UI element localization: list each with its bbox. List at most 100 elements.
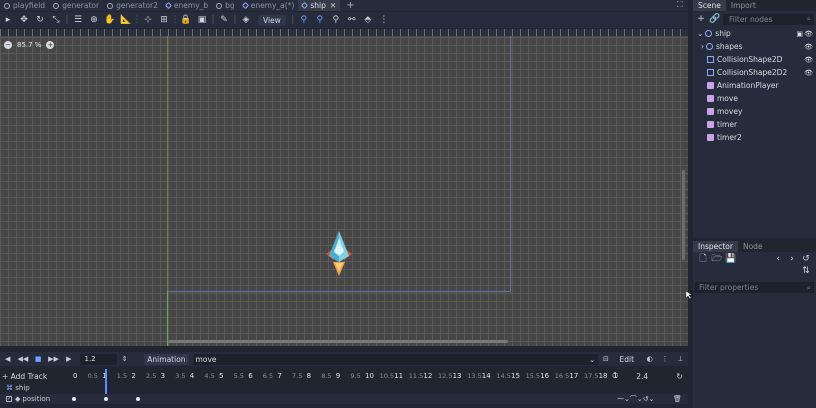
scene-tab-playfield[interactable]: playfield bbox=[0, 0, 49, 11]
rotate-mode-icon[interactable]: ↻ bbox=[32, 13, 48, 27]
history-back-icon[interactable]: ‹ bbox=[772, 254, 784, 264]
distraction-free-button[interactable]: ⛶ bbox=[677, 0, 687, 11]
search-icon: ⌕ bbox=[806, 14, 811, 23]
timeline-ruler[interactable]: 00.511.522.533.544.555.566.577.588.599.5… bbox=[66, 369, 618, 383]
delete-track-icon[interactable]: 🗑 bbox=[673, 395, 682, 403]
track-position[interactable]: ✓ ◆ position ⁓⌄⌒⌄↺⌄ 🗑 bbox=[0, 394, 688, 404]
scene-tree-label: timer2 bbox=[717, 133, 742, 142]
save-resource-icon[interactable]: 💾 bbox=[725, 254, 737, 264]
scene-tab-enemy-b[interactable]: enemy_b bbox=[162, 0, 212, 11]
scene-tree-item[interactable]: move bbox=[693, 92, 816, 105]
canvas-toolbar: ▸ ✥ ↻ ⤡ | ☰ ⊕ ✋ 📐 ⋮ ⊹ ⊞ ⋮ 🔒 ▣ | ✎ | ◈ Vi… bbox=[0, 12, 688, 28]
keyframe[interactable] bbox=[136, 397, 140, 401]
insert-key-icon[interactable]: ⬘ bbox=[360, 13, 376, 27]
play-icon[interactable]: ▶ bbox=[61, 353, 76, 365]
tab-node[interactable]: Node bbox=[738, 241, 768, 252]
script-icon[interactable]: ▣ bbox=[796, 30, 803, 38]
history-forward-icon[interactable]: › bbox=[786, 254, 798, 264]
key-scale-icon[interactable]: ⚲ bbox=[328, 13, 344, 27]
keyframe[interactable] bbox=[72, 397, 76, 401]
animation-menu-button[interactable]: Animation bbox=[144, 353, 189, 365]
interpolation-icon[interactable]: ⁓⌄⌒⌄↺⌄ bbox=[617, 394, 654, 404]
scale-mode-icon[interactable]: ⤡ bbox=[48, 13, 64, 27]
scene-tree-item[interactable]: movey bbox=[693, 105, 816, 118]
scene-tree-item[interactable]: timer2 bbox=[693, 131, 816, 144]
play-start-icon[interactable]: ▶▶ bbox=[46, 353, 61, 365]
scene-dock: Scene Import + 🔗 Filter nodes ⌕ ⌄ ship 👁 ▣ ›… bbox=[693, 0, 816, 238]
camera-override-icon[interactable]: ◈ bbox=[238, 13, 254, 27]
stop-icon[interactable]: ■ bbox=[31, 353, 46, 365]
visibility-icon[interactable]: 👁 bbox=[804, 69, 813, 77]
scene-tree-item[interactable]: timer bbox=[693, 118, 816, 131]
visibility-icon[interactable]: 👁 bbox=[804, 43, 813, 51]
scene-tab-bg[interactable]: bg bbox=[212, 0, 239, 11]
property-tools-icon[interactable]: ⇅ bbox=[800, 266, 812, 280]
onion-skin-icon[interactable]: ◐ bbox=[642, 353, 657, 365]
zoom-out-button[interactable]: − bbox=[4, 41, 12, 49]
play-backwards-icon[interactable]: ◀ bbox=[0, 353, 15, 365]
scene-tree-item[interactable]: AnimationPlayer bbox=[693, 79, 816, 92]
view-menu[interactable]: View bbox=[258, 14, 286, 26]
timeline-tick-label: 10.5 bbox=[379, 372, 395, 380]
animation-time-field[interactable]: 1.2 bbox=[80, 353, 117, 365]
group-icon[interactable]: ▣ bbox=[194, 13, 210, 27]
tab-scene[interactable]: Scene bbox=[693, 0, 726, 11]
key-position-icon[interactable]: ⚲ bbox=[296, 13, 312, 27]
edit-menu-button[interactable]: Edit bbox=[620, 355, 635, 364]
scene-tab-generator2[interactable]: generator2 bbox=[103, 0, 162, 11]
list-select-icon[interactable]: ☰ bbox=[70, 13, 86, 27]
move-mode-icon[interactable]: ✥ bbox=[16, 13, 32, 27]
chevron-down-icon[interactable]: ⌄ bbox=[697, 29, 703, 38]
ship-sprite[interactable] bbox=[322, 230, 356, 278]
filter-properties-input[interactable]: Filter properties ⌕ bbox=[695, 282, 814, 293]
pan-icon[interactable]: ✋ bbox=[102, 13, 118, 27]
filter-nodes-input[interactable]: Filter nodes ⌕ bbox=[723, 13, 814, 25]
add-track-button[interactable]: + Add Track bbox=[0, 372, 66, 381]
scene-tab-label: enemy_b bbox=[173, 1, 209, 10]
scene-tab-generator[interactable]: generator bbox=[49, 0, 103, 11]
history-icon[interactable]: ↺ bbox=[800, 254, 812, 264]
open-resource-icon[interactable]: 🗁 bbox=[711, 251, 723, 267]
keyframe[interactable] bbox=[104, 397, 108, 401]
close-icon[interactable]: ✕ bbox=[330, 1, 336, 10]
track-enable-checkbox[interactable]: ✓ bbox=[6, 396, 12, 402]
key-rotation-icon[interactable]: ⚲ bbox=[312, 13, 328, 27]
node2d-icon bbox=[705, 30, 713, 37]
scene-tree-item[interactable]: › shapes 👁 bbox=[693, 40, 816, 53]
onion-options-icon[interactable]: ⋮ bbox=[657, 353, 672, 365]
new-resource-icon[interactable]: 🗋 bbox=[697, 251, 709, 267]
time-spinner-icon[interactable]: ⇕ bbox=[117, 353, 132, 365]
visibility-icon[interactable]: 👁 bbox=[804, 30, 813, 38]
chevron-right-icon[interactable]: › bbox=[701, 42, 704, 51]
zoom-level[interactable]: 85.7 % bbox=[17, 41, 41, 49]
scene-tab-ship[interactable]: ship ✕ bbox=[298, 0, 341, 11]
zoom-in-button[interactable]: + bbox=[46, 41, 55, 49]
pivot-icon[interactable]: ⊕ bbox=[86, 13, 102, 27]
pin-icon[interactable]: ⊥ bbox=[673, 353, 688, 365]
loop-icon[interactable]: ↻ bbox=[676, 372, 683, 381]
animation-select[interactable]: move ⌄ bbox=[192, 353, 599, 365]
snap-icon[interactable]: ⊹ bbox=[140, 13, 156, 27]
scene-tree-item[interactable]: CollisionShape2D 👁 bbox=[693, 53, 816, 66]
play-backwards-start-icon[interactable]: ◀◀ bbox=[15, 353, 30, 365]
timeline-tick-label: 0.5 bbox=[87, 372, 98, 380]
key-link-icon[interactable]: ⚯ bbox=[344, 13, 360, 27]
canvas-viewport[interactable] bbox=[0, 29, 688, 346]
lock-icon[interactable]: 🔒 bbox=[178, 13, 194, 27]
add-tab-icon[interactable]: + bbox=[340, 0, 360, 11]
vertical-scrollbar[interactable] bbox=[682, 170, 685, 260]
autoplay-icon[interactable]: ⊟ bbox=[598, 353, 613, 365]
more-options-icon[interactable]: ⋮ bbox=[376, 13, 392, 27]
inspector-toolbar: 🗋 🗁 💾 ‹ › ↺ bbox=[693, 252, 816, 266]
select-mode-icon[interactable]: ▸ bbox=[0, 13, 16, 27]
bone-icon[interactable]: ✎ bbox=[216, 13, 232, 27]
visibility-icon[interactable]: 👁 bbox=[804, 56, 813, 64]
animation-length-field[interactable]: 2.4 bbox=[636, 372, 666, 381]
horizontal-scrollbar[interactable] bbox=[168, 340, 508, 343]
scene-tab-enemy-a[interactable]: enemy_a(*) bbox=[239, 0, 299, 11]
tab-import[interactable]: Import bbox=[726, 0, 761, 11]
scene-tree-item[interactable]: ⌄ ship 👁 ▣ bbox=[693, 27, 816, 40]
scene-tree-item[interactable]: CollisionShape2D2 👁 bbox=[693, 66, 816, 79]
add-node-icon[interactable]: + bbox=[695, 14, 707, 24]
link-icon[interactable]: 🔗 bbox=[709, 14, 721, 24]
